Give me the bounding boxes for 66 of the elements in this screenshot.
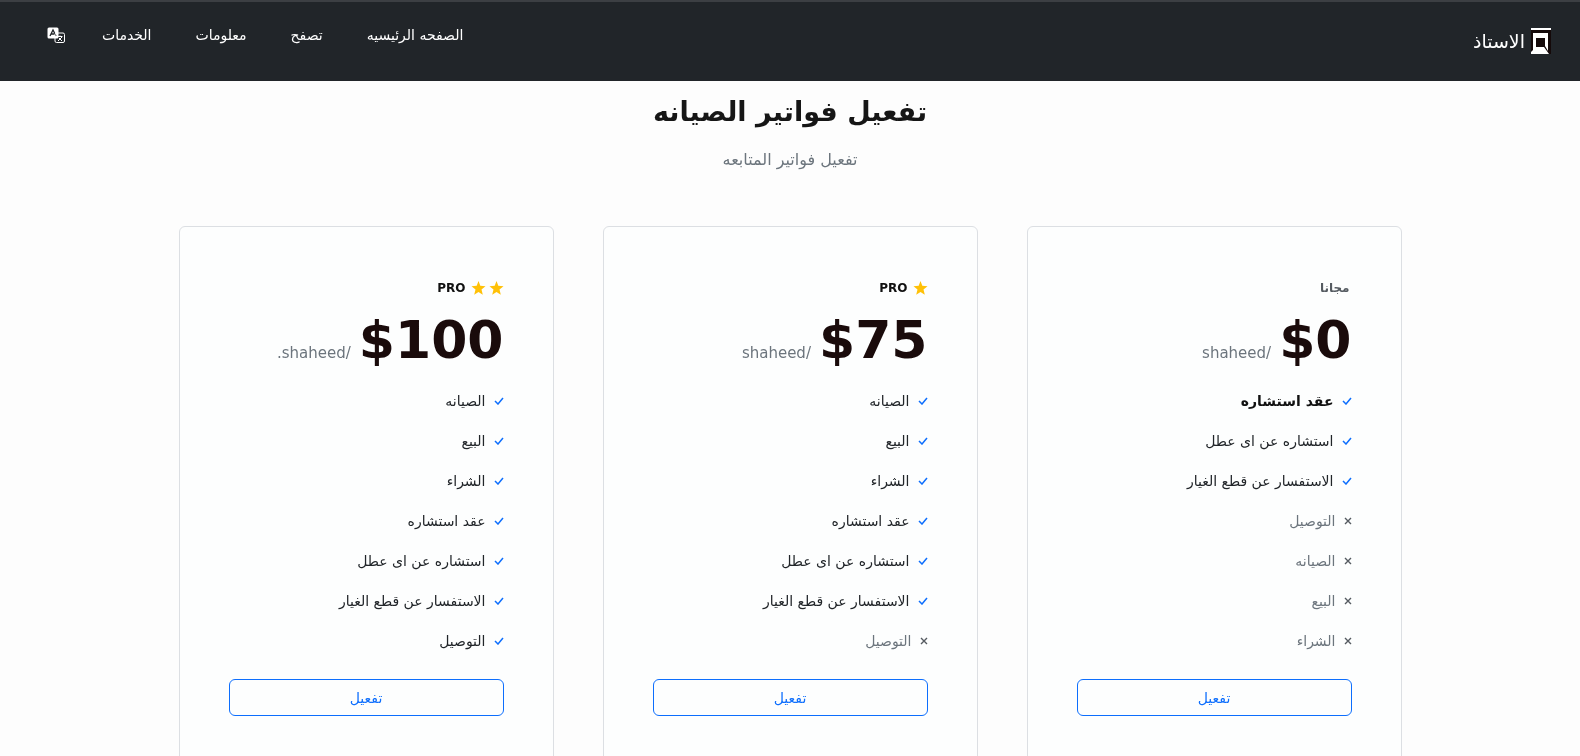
feature-text: البيع [885, 432, 910, 452]
check-icon [493, 597, 504, 605]
feature-text: الشراء [446, 472, 486, 492]
price-period: .shaheed/ [276, 344, 351, 362]
feature-text: البيع [1311, 592, 1336, 612]
check-icon [1341, 477, 1352, 485]
activate-button[interactable]: تفعيل [1076, 679, 1352, 716]
nav-link[interactable]: تصفح [290, 24, 323, 46]
check-icon [917, 597, 928, 605]
page-subtitle: تفعيل فواتير المتابعه [722, 149, 858, 172]
feature-text: عقد استشاره [1240, 392, 1334, 411]
feature-text: التوصيل [1289, 512, 1336, 532]
brand-link[interactable]: الاستاذ [1472, 28, 1551, 54]
cross-icon [1343, 557, 1352, 565]
check-icon [1341, 397, 1352, 405]
plan-price: $75 [818, 311, 928, 369]
check-icon [917, 517, 928, 525]
check-icon [493, 517, 504, 525]
feature-text: البيع [461, 432, 486, 452]
feature-text: التوصيل [865, 632, 912, 652]
nav-link[interactable]: الصفحه الرئيسيه [366, 24, 464, 46]
feature-text: الصيانه [1295, 552, 1336, 571]
check-icon [493, 557, 504, 565]
plan-price: $100 [358, 311, 504, 369]
star-icon [912, 281, 928, 295]
feature-text: الاستفسار عن قطع الغيار [1186, 472, 1334, 492]
check-icon [917, 397, 928, 405]
plan-label: PRO [437, 281, 466, 295]
plan-price: $0 [1279, 311, 1352, 369]
cross-icon [1343, 637, 1352, 645]
feature-text: عقد استشاره [831, 512, 910, 531]
feature-text: الشراء [870, 472, 910, 492]
cross-icon [1343, 597, 1352, 605]
feature-text: الشراء [1296, 632, 1336, 652]
plan-label: PRO [879, 281, 908, 295]
plan-label: مجانا [1319, 281, 1350, 295]
check-icon [493, 477, 504, 485]
price-period: shaheed/ [1202, 344, 1272, 362]
nav-link[interactable]: الخدمات [102, 24, 152, 46]
star-icon [488, 281, 504, 295]
check-icon [1341, 437, 1352, 445]
activate-button[interactable]: تفعيل [228, 679, 504, 716]
logo-icon [1531, 28, 1551, 54]
check-icon [917, 557, 928, 565]
check-icon [917, 437, 928, 445]
price-period: shaheed/ [741, 344, 811, 362]
feature-text: الصيانه [445, 392, 486, 411]
feature-text: استشاره عن اى عطل [781, 552, 910, 572]
cross-icon [1343, 517, 1352, 525]
cross-icon [919, 637, 928, 645]
translate-icon[interactable] [47, 27, 65, 43]
feature-text: الاستفسار عن قطع الغيار [762, 592, 910, 612]
feature-text: استشاره عن اى عطل [1205, 432, 1334, 452]
star-icon [470, 281, 486, 295]
activate-button[interactable]: تفعيل [652, 679, 928, 716]
feature-text: الاستفسار عن قطع الغيار [338, 592, 486, 612]
feature-text: عقد استشاره [407, 512, 486, 531]
check-icon [917, 477, 928, 485]
page-title: تفعيل فواتير الصيانه [652, 95, 928, 130]
nav-link[interactable]: معلومات [195, 24, 247, 46]
feature-text: التوصيل [439, 632, 486, 652]
feature-text: استشاره عن اى عطل [357, 552, 486, 572]
feature-text: الصيانه [869, 392, 910, 411]
check-icon [493, 397, 504, 405]
check-icon [493, 437, 504, 445]
check-icon [493, 637, 504, 645]
